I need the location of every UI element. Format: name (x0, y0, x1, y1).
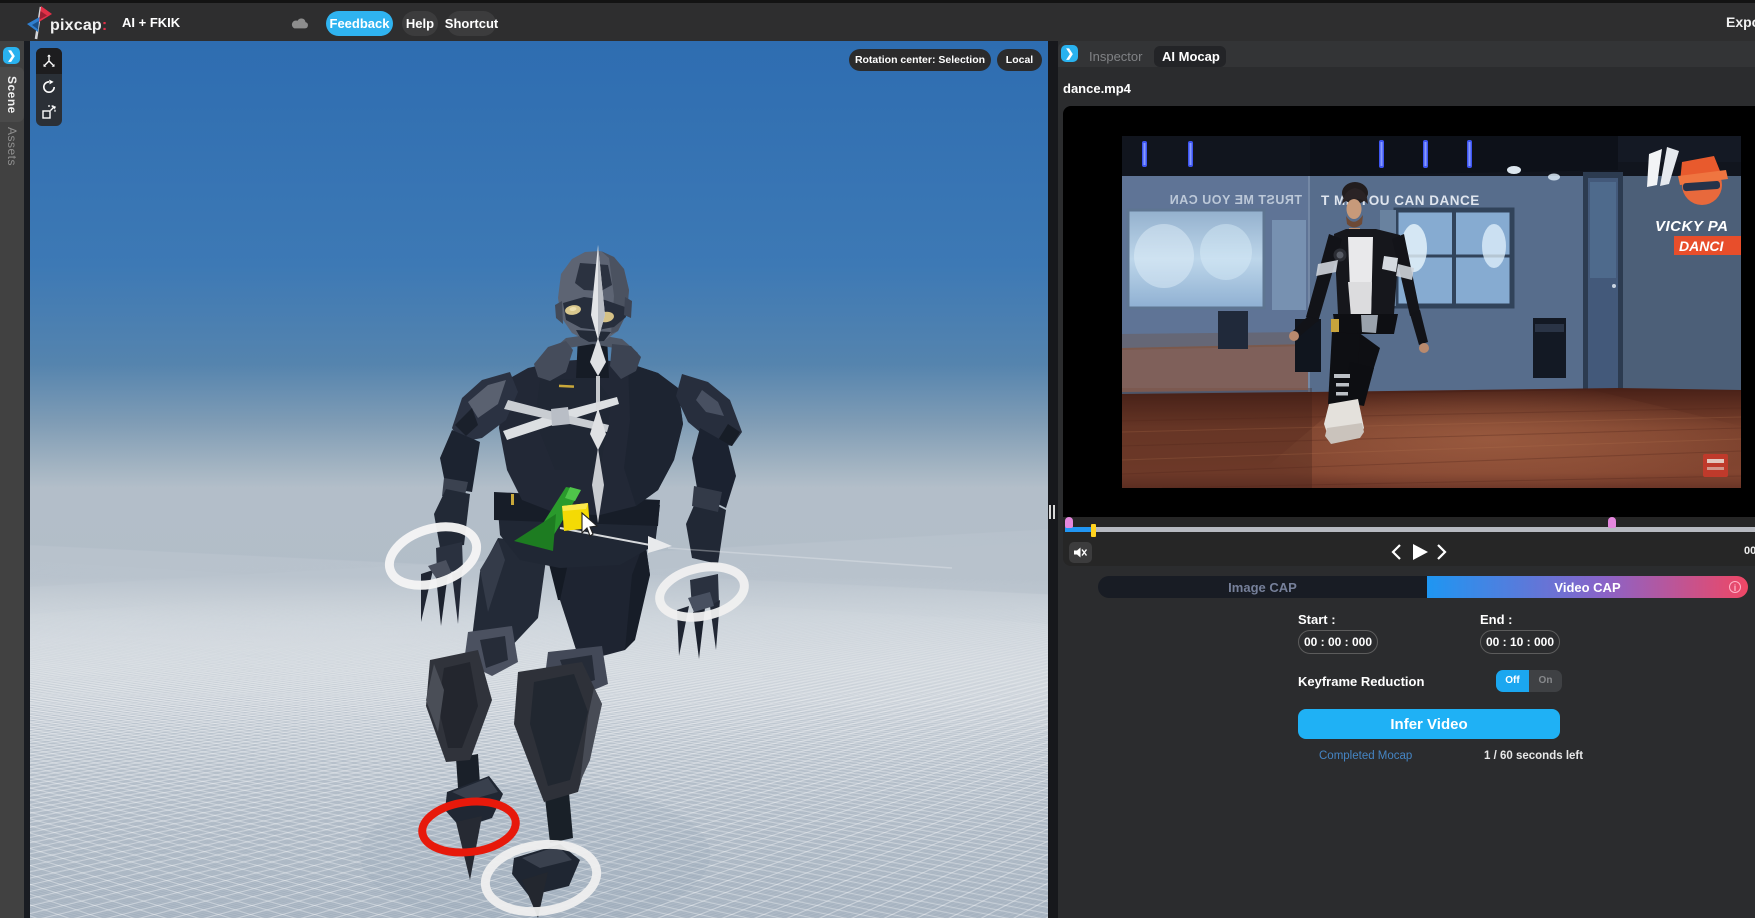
svg-text:TRUST ME YOU CAN: TRUST ME YOU CAN (1169, 193, 1302, 207)
svg-text:VICKY PA: VICKY PA (1655, 218, 1728, 235)
svg-text:DANCI: DANCI (1679, 238, 1724, 254)
